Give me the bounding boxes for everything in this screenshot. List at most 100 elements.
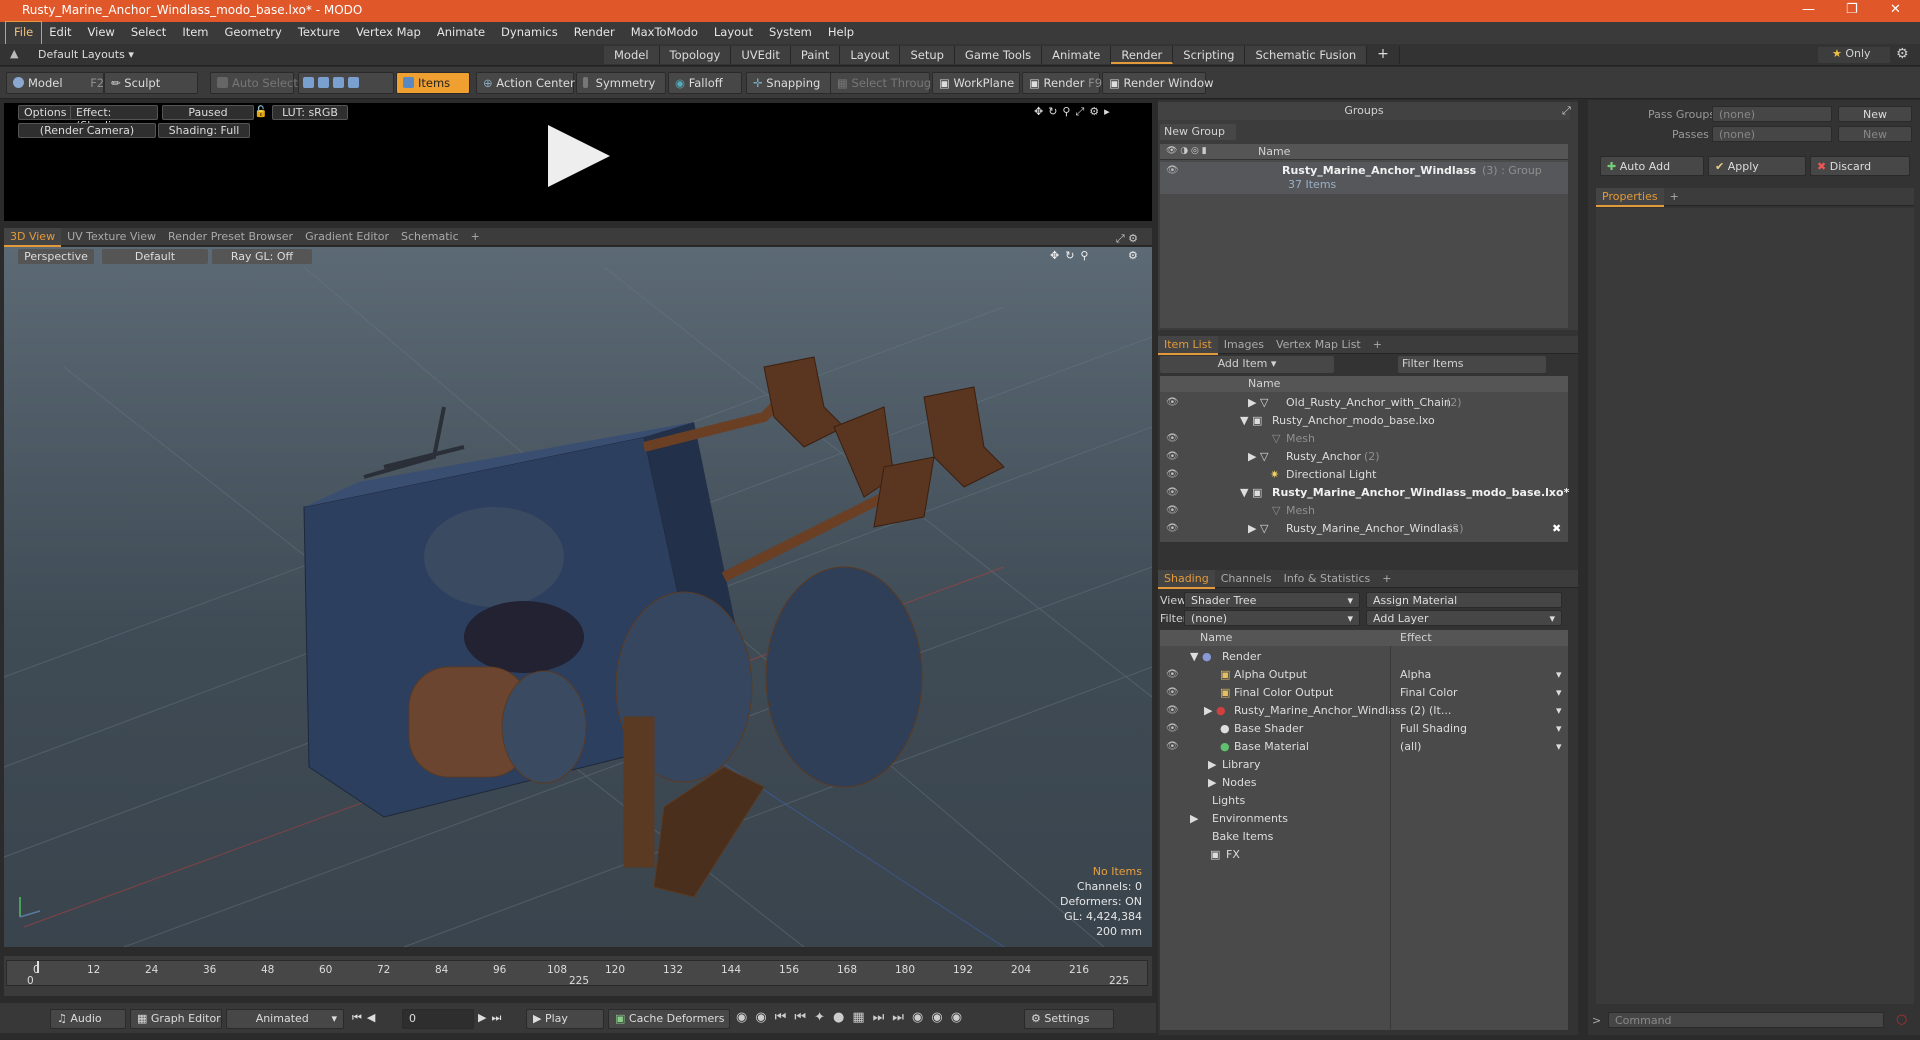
menu-maxtomodo[interactable]: MaxToModo [623, 22, 706, 44]
shader-row[interactable]: ▣ FX [1160, 846, 1568, 864]
add-item-dropdown[interactable]: Add Item ▾ [1160, 356, 1334, 373]
render-button[interactable]: ▣ Render F9 [1022, 72, 1102, 94]
shader-row[interactable]: 👁 ▶ ● Rusty_Marine_Anchor_Windlass (2) (It… [1160, 702, 1568, 720]
play-icon[interactable] [548, 125, 610, 187]
shading-dropdown[interactable]: Shading: Full [158, 123, 250, 138]
passes-dropdown[interactable]: (none) [1712, 126, 1832, 142]
tab-info-statistics[interactable]: Info & Statistics [1278, 570, 1377, 587]
visibility-icon[interactable]: 👁 [1166, 669, 1179, 680]
tab-scripting[interactable]: Scripting [1173, 46, 1246, 64]
shader-effect[interactable]: Final Color [1400, 686, 1458, 699]
falloff-button[interactable]: ◉ Falloff [668, 72, 742, 94]
visibility-icon[interactable]: 👁 [1166, 433, 1179, 444]
list-item[interactable]: 👁 ▶ ▽ Old_Rusty_Anchor_with_Chain (2) [1160, 394, 1568, 412]
tab-uvedit[interactable]: UVEdit [731, 46, 791, 64]
play-button[interactable]: ▶ Play [526, 1009, 604, 1029]
add-layer-dropdown[interactable]: Add Layer ▾ [1366, 610, 1562, 626]
materials-mode-icon[interactable] [348, 77, 359, 88]
visibility-icon[interactable]: 👁 [1166, 687, 1179, 698]
tab-shading[interactable]: Shading [1158, 570, 1215, 589]
viewport-settings-icon[interactable]: ⤢ ⚙ [1110, 230, 1144, 248]
shader-effect[interactable]: Full Shading [1400, 722, 1467, 735]
tab-3d-view[interactable]: 3D View [4, 228, 62, 247]
list-item[interactable]: 👁 ▶ ▽ Rusty_Marine_Anchor_Windlass (2) ✖ [1160, 520, 1568, 538]
menu-edit[interactable]: Edit [41, 22, 79, 44]
auto-add-button[interactable]: ✚ Auto Add [1600, 156, 1704, 176]
shader-effect[interactable]: (all) [1400, 740, 1421, 753]
items-button[interactable]: Items [396, 72, 470, 94]
menu-item[interactable]: Item [174, 22, 216, 44]
shader-row[interactable]: Lights [1160, 792, 1568, 810]
shader-effect[interactable]: Alpha [1400, 668, 1431, 681]
only-toggle[interactable]: ★ Only [1818, 47, 1890, 63]
shader-row[interactable]: ▼ ● Render [1160, 648, 1568, 666]
list-item[interactable]: 👁 ✷ Directional Light [1160, 466, 1568, 484]
list-item[interactable]: 👁 ▽ Mesh [1160, 502, 1568, 520]
edges-mode-icon[interactable] [318, 77, 329, 88]
render-camera-dropdown[interactable]: (Render Camera) [18, 123, 156, 138]
pass-groups-dropdown[interactable]: (none) [1712, 106, 1832, 122]
tab-layout[interactable]: Layout [840, 46, 901, 64]
select-through-button[interactable]: ▦ Select Through [830, 72, 938, 94]
tab-uv-texture-view[interactable]: UV Texture View [61, 228, 162, 245]
shader-row[interactable]: ▶ Nodes [1160, 774, 1568, 792]
add-viewport-tab-icon[interactable]: + [465, 228, 486, 245]
lut-dropdown[interactable]: LUT: sRGB [272, 105, 348, 120]
vertices-mode-icon[interactable] [303, 77, 314, 88]
remove-icon[interactable]: ✖ [1552, 522, 1561, 535]
visibility-icon[interactable]: 👁 [1166, 705, 1179, 716]
skip-back-icons[interactable]: ⏮◀ [352, 1011, 380, 1025]
tab-schematic-fusion[interactable]: Schematic Fusion [1245, 46, 1368, 64]
new-group-button[interactable]: New Group [1160, 124, 1236, 140]
tab-animate[interactable]: Animate [1042, 46, 1112, 64]
shader-row[interactable]: Bake Items [1160, 828, 1568, 846]
cache-deformers-button[interactable]: ▣ Cache Deformers [608, 1009, 730, 1029]
menu-geometry[interactable]: Geometry [217, 22, 290, 44]
auto-select-button[interactable]: Auto Select [210, 72, 298, 94]
key-tools-icons[interactable]: ◉◉⏮⏮✦●▦⏭⏭◉◉◉ [736, 1010, 970, 1025]
add-tab-icon[interactable]: + [1367, 46, 1400, 64]
menu-vertex-map[interactable]: Vertex Map [348, 22, 429, 44]
discard-button[interactable]: ✖ Discard [1810, 156, 1910, 176]
3d-viewport[interactable]: Perspective Default Ray GL: Off ✥↻⚲ ⚙ No… [4, 247, 1152, 947]
menu-dynamics[interactable]: Dynamics [493, 22, 566, 44]
list-item[interactable]: ▼ ▣ Rusty_Anchor_modo_base.lxo [1160, 412, 1568, 430]
render-window-button[interactable]: ▣ Render Window [1102, 72, 1213, 94]
tab-vertex-map-list[interactable]: Vertex Map List [1270, 336, 1367, 353]
shader-row[interactable]: 👁 ▣ Final Color Output Final Color ▾ [1160, 684, 1568, 702]
add-panel-tab-icon[interactable]: + [1367, 336, 1388, 353]
visibility-icon[interactable]: 👁 [1166, 741, 1179, 752]
menu-animate[interactable]: Animate [429, 22, 493, 44]
groups-expand-icon[interactable]: ⤢ [1562, 104, 1571, 118]
shader-row[interactable]: 👁 ● Base Material (all) ▾ [1160, 738, 1568, 756]
snapping-button[interactable]: ✛ Snapping [746, 72, 832, 94]
visibility-icon[interactable]: 👁 [1166, 451, 1179, 462]
view-dropdown[interactable]: Shader Tree ▾ [1184, 592, 1360, 608]
visibility-icon[interactable]: 👁 [1166, 397, 1179, 408]
tab-setup[interactable]: Setup [900, 46, 955, 64]
visibility-icon[interactable]: 👁 [1166, 505, 1179, 516]
tab-schematic[interactable]: Schematic [395, 228, 465, 245]
menu-layout[interactable]: Layout [706, 22, 761, 44]
sculpt-button[interactable]: ✏ Sculpt [104, 72, 198, 94]
menu-file[interactable]: File [4, 21, 43, 45]
menu-texture[interactable]: Texture [290, 22, 348, 44]
tab-gradient-editor[interactable]: Gradient Editor [299, 228, 395, 245]
new-pass-group-button[interactable]: New [1838, 106, 1912, 122]
stop-icon[interactable]: ○ [1896, 1012, 1907, 1027]
visibility-icon[interactable]: 👁 [1166, 469, 1179, 480]
model-button[interactable]: Model F2 [6, 72, 104, 94]
list-item[interactable]: 👁 ▶ ▽ Rusty_Anchor (2) [1160, 448, 1568, 466]
visibility-icon[interactable]: 👁 [1166, 487, 1179, 498]
frame-input[interactable]: 0 [402, 1009, 474, 1029]
visibility-icon[interactable]: 👁 [1166, 165, 1179, 176]
tab-topology[interactable]: Topology [659, 46, 732, 64]
filter-items-input[interactable]: Filter Items [1398, 356, 1546, 373]
shader-row[interactable]: ▶ Library [1160, 756, 1568, 774]
menu-view[interactable]: View [80, 22, 123, 44]
tab-item-list[interactable]: Item List [1158, 336, 1218, 355]
layout-collapse-icon[interactable]: ▲ [10, 47, 18, 60]
action-center-button[interactable]: ⊕ Action Center [476, 72, 575, 94]
audio-button[interactable]: ♫ Audio [50, 1009, 126, 1029]
graph-editor-button[interactable]: ▦ Graph Editor [130, 1009, 222, 1029]
